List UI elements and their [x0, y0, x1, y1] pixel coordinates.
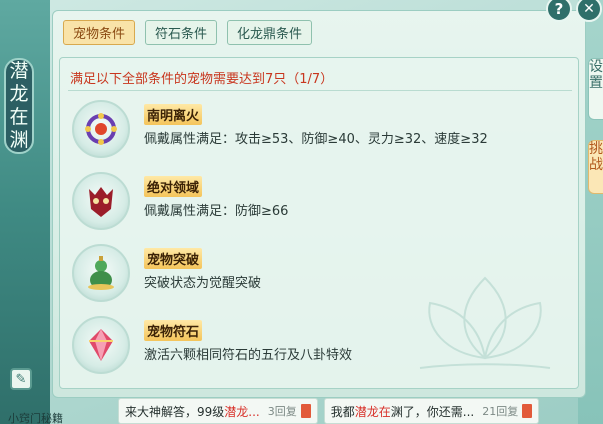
conditions-list: 满足以下全部条件的宠物需要达到7只（1/7） 南明离火 佩戴属性满足：攻击≥53	[59, 57, 579, 389]
gourd-icon	[72, 244, 130, 302]
tips-label[interactable]: 小窍门秘籍	[8, 410, 63, 424]
bookmark-icon	[300, 404, 311, 418]
conditions-panel: 宠物条件 符石条件 化龙鼎条件 满足以下全部条件的宠物需要达到7只（1/7） 南…	[52, 10, 586, 398]
side-title-char: 龙	[9, 83, 29, 105]
reply-count: 3回复	[267, 405, 297, 418]
fire-wheel-icon	[72, 100, 130, 158]
tab-dragon-cauldron-conditions[interactable]: 化龙鼎条件	[227, 20, 313, 45]
condition-item: 南明离火 佩戴属性满足：攻击≥53、防御≥40、灵力≥32、速度≥32	[72, 98, 572, 160]
chat-post[interactable]: 我都 潜龙在 渊了，你还需... 21回复	[323, 398, 540, 424]
condition-item: 宠物符石 激活六颗相同符石的五行及八卦特效	[72, 314, 572, 376]
edit-note-icon[interactable]: ✎	[10, 368, 32, 390]
side-title-char: 潜	[9, 60, 29, 82]
side-title-char: 在	[9, 106, 29, 128]
chat-highlight: 潜龙在	[354, 404, 391, 419]
reply-count: 21回复	[482, 405, 519, 418]
side-title: 潜 龙 在 渊	[4, 58, 34, 154]
rune-gem-icon	[72, 316, 130, 374]
tab-rune-conditions[interactable]: 符石条件	[145, 20, 218, 45]
condition-name: 绝对领域	[144, 176, 203, 197]
requirement-headline: 满足以下全部条件的宠物需要达到7只（1/7）	[70, 72, 334, 87]
demon-mask-icon	[72, 172, 130, 230]
tab-pet-conditions[interactable]: 宠物条件	[63, 20, 136, 45]
condition-name: 宠物符石	[144, 320, 203, 341]
right-tab-settings[interactable]: 设置	[588, 58, 603, 120]
chat-strip: 来大神解答，99级 潜龙... 3回复 我都 潜龙在 渊了，你还需... 21回…	[118, 398, 588, 424]
chat-text: 我都	[330, 404, 355, 419]
condition-name: 南明离火	[144, 104, 203, 125]
tab-bar: 宠物条件 符石条件 化龙鼎条件	[63, 20, 313, 45]
condition-desc: 佩戴属性满足：攻击≥53、防御≥40、灵力≥32、速度≥32	[144, 132, 488, 147]
bookmark-icon	[522, 404, 533, 418]
condition-desc: 激活六颗相同符石的五行及八卦特效	[144, 348, 353, 363]
side-title-char: 渊	[9, 129, 29, 151]
condition-item: 绝对领域 佩戴属性满足：防御≥66	[72, 170, 572, 232]
right-tab-challenge[interactable]: 挑战	[588, 140, 603, 194]
condition-item: 宠物突破 突破状态为觉醒突破	[72, 242, 572, 304]
condition-desc: 佩戴属性满足：防御≥66	[144, 204, 289, 219]
chat-text: 渊了，你还需...	[390, 404, 475, 419]
condition-name: 宠物突破	[144, 248, 203, 269]
chat-highlight: 潜龙...	[224, 404, 260, 419]
condition-desc: 突破状态为觉醒突破	[144, 276, 262, 291]
chat-post[interactable]: 来大神解答，99级 潜龙... 3回复	[118, 398, 318, 424]
chat-text: 来大神解答，99级	[125, 404, 225, 419]
divider	[68, 90, 572, 91]
